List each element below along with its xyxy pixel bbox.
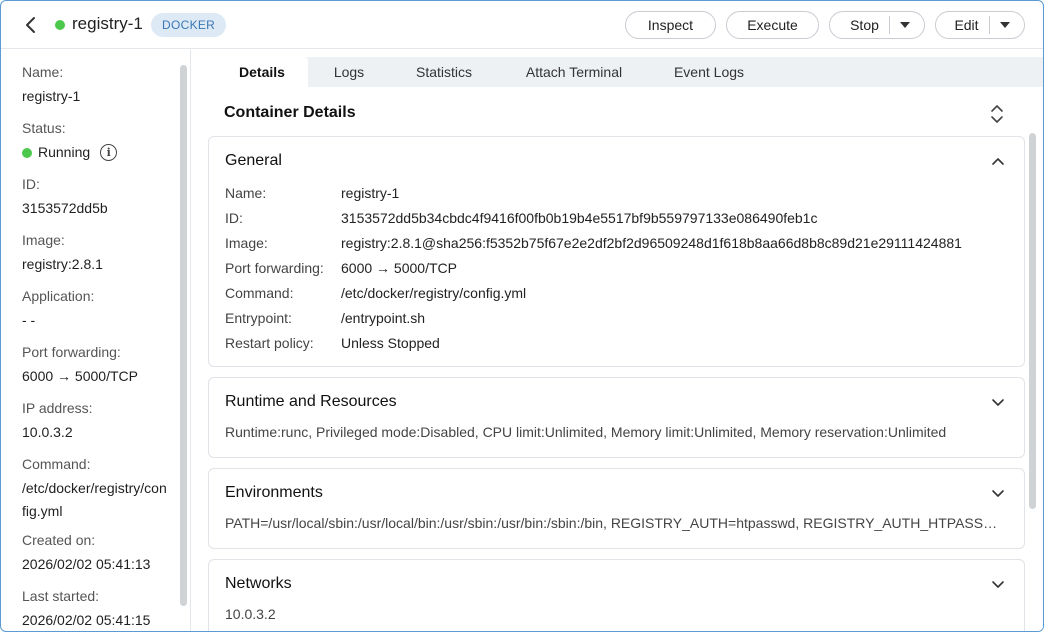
stop-split-button: Stop <box>829 11 925 39</box>
sidebar-value: registry:2.8.1 <box>22 256 103 272</box>
tab-statistics[interactable]: Statistics <box>390 57 498 87</box>
sidebar-value: - - <box>22 312 36 328</box>
split-divider <box>888 16 890 34</box>
tab-logs[interactable]: Logs <box>308 57 390 87</box>
general-row-entrypoint: Entrypoint: /entrypoint.sh <box>225 308 425 328</box>
general-title: General <box>225 152 282 169</box>
row-key: Image: <box>225 235 268 251</box>
sidebar-value: 10.0.3.2 <box>22 424 73 440</box>
status-text: Running <box>38 144 91 160</box>
status-dot <box>22 147 32 158</box>
networks-card[interactable]: Networks 10.0.3.2 <box>208 559 1025 631</box>
sidebar-label: Last started: <box>22 588 100 604</box>
tab-attach-terminal[interactable]: Attach Terminal <box>498 57 650 87</box>
general-row-image: Image: registry:2.8.1@sha256:f5352b75f67e… <box>225 233 962 253</box>
general-row-name: Name: registry-1 <box>225 183 399 203</box>
status-dot <box>55 20 65 30</box>
sidebar-label: Created on: <box>22 532 96 548</box>
main-scrollbar[interactable] <box>1029 133 1036 509</box>
chevron-down-icon[interactable] <box>990 576 1006 592</box>
chevron-up-icon[interactable] <box>990 153 1006 169</box>
stop-button[interactable]: Stop <box>844 17 879 33</box>
sidebar-label: Name: <box>22 64 64 80</box>
sidebar-ip: IP address: 10.0.3.2 <box>22 398 93 444</box>
row-value: /etc/docker/registry/config.yml <box>341 285 527 301</box>
environments-summary: PATH=/usr/local/sbin:/usr/local/bin:/usr… <box>225 515 1005 531</box>
tab-details[interactable]: Details <box>216 57 308 87</box>
networks-title: Networks <box>225 575 292 592</box>
sidebar-label: Port forwarding: <box>22 344 121 360</box>
row-value: 6000 → 5000/TCP <box>341 260 457 276</box>
caret-down-icon[interactable] <box>999 21 1010 29</box>
caret-down-icon[interactable] <box>899 21 910 29</box>
sidebar-value: 6000 → 5000/TCP <box>22 368 138 384</box>
sidebar-value: 2026/02/02 05:41:13 <box>22 556 151 572</box>
sidebar-label: Command: <box>22 456 91 472</box>
sidebar-label: Application: <box>22 288 95 304</box>
container-detail-window: registry-1 DOCKER Inspect Execute Stop E… <box>0 0 1044 632</box>
sidebar-label: Image: <box>22 232 65 248</box>
sidebar-application: Application: - - <box>22 286 94 332</box>
general-row-port: Port forwarding: 6000 → 5000/TCP <box>225 258 457 278</box>
general-row-id: ID: 3153572dd5b34cbdc4f9416f00fb0b19b4e55… <box>225 208 817 228</box>
row-key: Command: <box>225 285 294 301</box>
sidebar-name: Name: registry-1 <box>22 62 80 108</box>
runtime-summary: Runtime:runc, Privileged mode:Disabled, … <box>225 424 947 440</box>
general-row-restart-policy: Restart policy: Unless Stopped <box>225 333 440 353</box>
sidebar-label: Status: <box>22 120 66 136</box>
sidebar-value: fig.yml <box>22 503 63 519</box>
row-key: ID: <box>225 210 243 226</box>
general-card: General Name: registry-1 ID: 3153572dd5b34… <box>208 136 1025 367</box>
info-icon[interactable]: i <box>100 144 118 161</box>
sidebar-value: /etc/docker/registry/con <box>22 480 167 496</box>
networks-summary: 10.0.3.2 <box>225 606 276 622</box>
runtime-card[interactable]: Runtime and Resources Runtime:runc, Priv… <box>208 377 1025 458</box>
back-button[interactable] <box>19 13 43 37</box>
row-key: Restart policy: <box>225 335 314 351</box>
sidebar-status: Status: Running i <box>22 118 118 164</box>
sidebar-value: registry-1 <box>22 88 81 104</box>
status-row: Running i <box>22 141 118 164</box>
sidebar-id: ID: 3153572dd5b <box>22 174 108 220</box>
sidebar-image: Image: registry:2.8.1 <box>22 230 103 276</box>
row-key: Name: <box>225 185 267 201</box>
page-title: registry-1 <box>72 14 143 33</box>
row-value: /entrypoint.sh <box>341 310 426 326</box>
sidebar-value: 3153572dd5b <box>22 200 108 216</box>
main-panel: Details Logs Statistics Attach Terminal … <box>192 50 1043 631</box>
header-bar: registry-1 DOCKER Inspect Execute Stop E… <box>1 1 1043 49</box>
row-key: Entrypoint: <box>225 310 292 326</box>
edit-split-button: Edit <box>935 11 1025 39</box>
chevron-left-icon <box>26 17 35 33</box>
sidebar-port: Port forwarding: 6000 → 5000/TCP <box>22 342 138 388</box>
inspect-button[interactable]: Inspect <box>625 11 716 39</box>
docker-badge: DOCKER <box>151 13 227 37</box>
row-value: Unless Stopped <box>341 335 440 351</box>
row-value: registry:2.8.1@sha256:f5352b75f67e2e2df2… <box>341 235 962 251</box>
execute-button[interactable]: Execute <box>726 11 819 39</box>
sidebar-scrollbar[interactable] <box>180 65 187 606</box>
container-details-title: Container Details <box>224 104 356 121</box>
edit-button[interactable]: Edit <box>950 17 978 33</box>
split-divider <box>988 16 990 34</box>
row-key: Port forwarding: <box>225 260 324 276</box>
row-value: registry-1 <box>341 185 400 201</box>
tab-bar: Details Logs Statistics Attach Terminal … <box>216 57 1043 87</box>
info-sidebar: Name: registry-1 Status: Running i ID: 3… <box>1 50 191 631</box>
environments-title: Environments <box>225 484 323 501</box>
row-value: 3153572dd5b34cbdc4f9416f00fb0b19b4e5517b… <box>341 210 818 226</box>
chevron-down-icon[interactable] <box>990 394 1006 410</box>
chevron-down-icon[interactable] <box>990 485 1006 501</box>
sidebar-label: ID: <box>22 176 40 192</box>
expand-collapse-all-icon[interactable] <box>988 102 1006 126</box>
sidebar-created: Created on: 2026/02/02 05:41:13 <box>22 530 150 576</box>
sidebar-value: 2026/02/02 05:41:15 <box>22 612 151 628</box>
tab-event-logs[interactable]: Event Logs <box>650 57 768 87</box>
runtime-title: Runtime and Resources <box>225 393 397 410</box>
sidebar-command: Command: /etc/docker/registry/con fig.ym… <box>22 454 167 523</box>
sidebar-label: IP address: <box>22 400 93 416</box>
general-row-command: Command: /etc/docker/registry/config.yml <box>225 283 526 303</box>
sidebar-started: Last started: 2026/02/02 05:41:15 <box>22 586 150 631</box>
environments-card[interactable]: Environments PATH=/usr/local/sbin:/usr/l… <box>208 468 1025 549</box>
